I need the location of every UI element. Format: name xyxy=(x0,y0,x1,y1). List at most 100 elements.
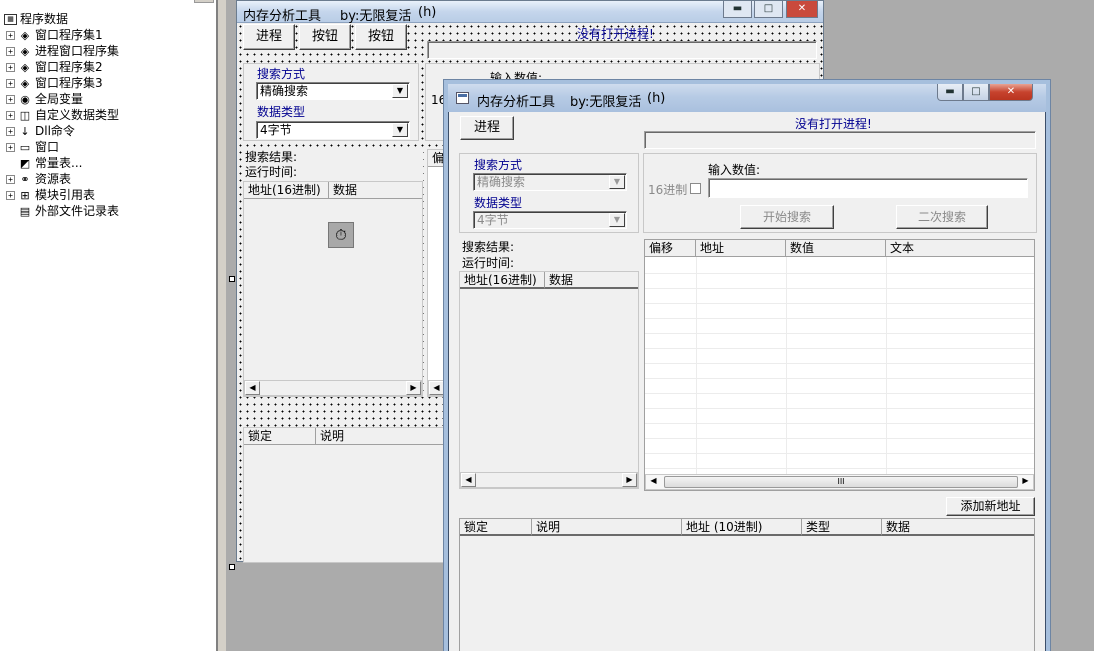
col-offset[interactable]: 偏移 xyxy=(645,240,696,257)
expand-icon[interactable]: + xyxy=(6,31,15,40)
scroll-right-icon[interactable]: ▶ xyxy=(622,473,637,487)
search-mode-select[interactable]: 精确搜索 ▼ xyxy=(473,173,627,191)
value-input[interactable] xyxy=(708,178,1028,198)
scroll-thumb[interactable]: III xyxy=(664,476,1018,488)
design-data-type-select[interactable]: 4字节 ▼ xyxy=(256,121,410,139)
program-tree[interactable]: ▦ 程序数据 + ◈ 窗口程序集1 + ◈ 进程窗口程序集 + ◈ 窗口程序集2 + ◈ 窗口程序集3 +… xyxy=(0,0,218,651)
design-button-2[interactable]: 按钮 xyxy=(355,24,407,50)
design-col-address[interactable]: 地址(16进制) xyxy=(244,182,329,199)
result-grid-hscroll[interactable]: ◀ III ▶ xyxy=(645,474,1034,490)
col-data-value[interactable]: 数据 xyxy=(882,519,1034,536)
tree-item[interactable]: + ◫ 自定义数据类型 xyxy=(6,107,119,123)
data-type-select[interactable]: 4字节 ▼ xyxy=(473,211,627,229)
scroll-right-icon[interactable]: ▶ xyxy=(406,381,421,395)
design-result-area: 搜索结果: 运行时间: xyxy=(243,147,423,183)
resize-handle-left[interactable] xyxy=(229,276,235,282)
scroll-left-icon[interactable]: ◀ xyxy=(461,473,476,487)
col-address[interactable]: 地址 xyxy=(696,240,786,257)
design-list-hscroll[interactable]: ◀ ▶ xyxy=(244,380,422,396)
design-col-offset[interactable]: 偏 xyxy=(428,150,450,167)
design-search-mode-select[interactable]: 精确搜索 ▼ xyxy=(256,82,410,100)
tree-item[interactable]: + ⊞ 模块引用表 xyxy=(6,187,95,203)
design-col-lock[interactable]: 锁定 xyxy=(244,428,316,445)
col-address-dec[interactable]: 地址 (10进制) xyxy=(682,519,802,536)
design-search-mode-label: 搜索方式 xyxy=(257,67,306,81)
runtime-label: 运行时间: xyxy=(462,256,515,270)
scroll-left-icon[interactable]: ◀ xyxy=(429,381,444,395)
expand-icon[interactable]: + xyxy=(6,127,15,136)
assembly-icon: ◈ xyxy=(20,44,30,58)
timer-icon[interactable]: ⏱ xyxy=(328,222,354,248)
col-address-hex[interactable]: 地址(16进制) xyxy=(460,272,545,289)
expand-icon[interactable]: + xyxy=(6,143,15,152)
expand-icon[interactable]: + xyxy=(6,111,15,120)
tree-item[interactable]: + ◈ 窗口程序集3 xyxy=(6,75,103,91)
col-data[interactable]: 数据 xyxy=(545,272,638,289)
expand-icon[interactable]: + xyxy=(6,95,15,104)
col-description[interactable]: 说明 xyxy=(532,519,682,536)
expand-icon[interactable]: + xyxy=(6,175,15,184)
tree-item[interactable]: ◩ 常量表... xyxy=(6,155,83,171)
design-minimize-button[interactable]: ▬ xyxy=(723,1,752,18)
tree-scroll-stub xyxy=(194,0,214,3)
col-lock[interactable]: 锁定 xyxy=(460,519,532,536)
design-col-data[interactable]: 数据 xyxy=(329,182,422,199)
resize-handle-bottom-left[interactable] xyxy=(229,564,235,570)
assembly-icon: ◈ xyxy=(20,60,30,74)
grid-col-line xyxy=(786,240,787,490)
locked-address-list[interactable]: 锁定 说明 地址 (10进制) 类型 数据 xyxy=(459,518,1035,651)
expand-icon[interactable]: + xyxy=(6,79,15,88)
status-bar xyxy=(644,131,1036,149)
col-type[interactable]: 类型 xyxy=(802,519,882,536)
design-close-button[interactable]: ✕ xyxy=(786,1,818,18)
design-title-bar[interactable]: 内存分析工具 by:无限复活 (h) ▬ □ ✕ xyxy=(237,1,823,24)
expand-icon[interactable]: + xyxy=(6,191,15,200)
col-value[interactable]: 数值 xyxy=(786,240,886,257)
hex-checkbox[interactable] xyxy=(690,183,701,194)
tree-item[interactable]: + ◈ 进程窗口程序集 xyxy=(6,43,119,59)
design-col-desc[interactable]: 说明 xyxy=(316,428,452,445)
scroll-left-icon[interactable]: ◀ xyxy=(646,475,661,489)
design-address-list[interactable]: 地址(16进制) 数据 ⏱ ◀ ▶ xyxy=(243,181,423,397)
tree-root[interactable]: ▦ 程序数据 xyxy=(4,11,68,27)
grid-col-line xyxy=(886,240,887,490)
process-button[interactable]: 进程 xyxy=(460,116,514,140)
tree-item[interactable]: + ↓ Dll命令 xyxy=(6,123,75,139)
dropdown-arrow-icon: ▼ xyxy=(392,123,408,137)
maximize-button[interactable]: □ xyxy=(963,84,989,101)
window-author: by:无限复活 xyxy=(570,95,642,110)
design-result-hscroll[interactable]: ◀ xyxy=(428,380,450,396)
dropdown-arrow-icon: ▼ xyxy=(609,213,625,227)
window-title-bar[interactable]: 内存分析工具 by:无限复活 (h) ▬ □ ✕ xyxy=(448,84,1046,112)
tree-item[interactable]: + ◉ 全局变量 xyxy=(6,91,83,107)
expand-icon[interactable]: + xyxy=(6,47,15,56)
address-list-hscroll[interactable]: ◀ ▶ xyxy=(460,472,638,488)
start-search-button[interactable]: 开始搜索 xyxy=(740,205,834,229)
add-address-button[interactable]: 添加新地址 xyxy=(946,497,1035,516)
grid-row-line xyxy=(645,363,1034,364)
tree-item[interactable]: + ◈ 窗口程序集1 xyxy=(6,27,103,43)
design-maximize-button[interactable]: □ xyxy=(754,1,783,18)
address-list[interactable]: 地址(16进制) 数据 ◀ ▶ xyxy=(459,271,639,489)
close-button[interactable]: ✕ xyxy=(989,84,1033,101)
scroll-right-icon[interactable]: ▶ xyxy=(1018,475,1033,489)
design-lock-list[interactable]: 锁定 说明 xyxy=(243,427,453,563)
close-icon: ✕ xyxy=(1006,86,1016,97)
expand-icon[interactable]: + xyxy=(6,63,15,72)
tree-item[interactable]: + ▭ 窗口 xyxy=(6,139,59,155)
minimize-button[interactable]: ▬ xyxy=(937,84,963,101)
tree-item[interactable]: + ⚭ 资源表 xyxy=(6,171,71,187)
second-search-button[interactable]: 二次搜索 xyxy=(896,205,988,229)
scroll-left-icon[interactable]: ◀ xyxy=(245,381,260,395)
design-process-button[interactable]: 进程 xyxy=(243,24,295,50)
col-text[interactable]: 文本 xyxy=(886,240,1034,257)
splitter[interactable] xyxy=(218,0,226,651)
tree-item[interactable]: + ◈ 窗口程序集2 xyxy=(6,59,103,75)
tree-item[interactable]: ▤ 外部文件记录表 xyxy=(6,203,119,219)
design-button-1[interactable]: 按钮 xyxy=(299,24,351,50)
design-suffix: (h) xyxy=(418,5,437,20)
tree-line xyxy=(6,207,15,216)
close-icon: ✕ xyxy=(797,3,807,14)
result-grid[interactable]: 偏移 地址 数值 文本 ◀ III ▶ xyxy=(644,239,1035,491)
memory-analyzer-window[interactable]: 内存分析工具 by:无限复活 (h) ▬ □ ✕ 进程 没有打开进程! 搜索方式… xyxy=(448,84,1046,651)
